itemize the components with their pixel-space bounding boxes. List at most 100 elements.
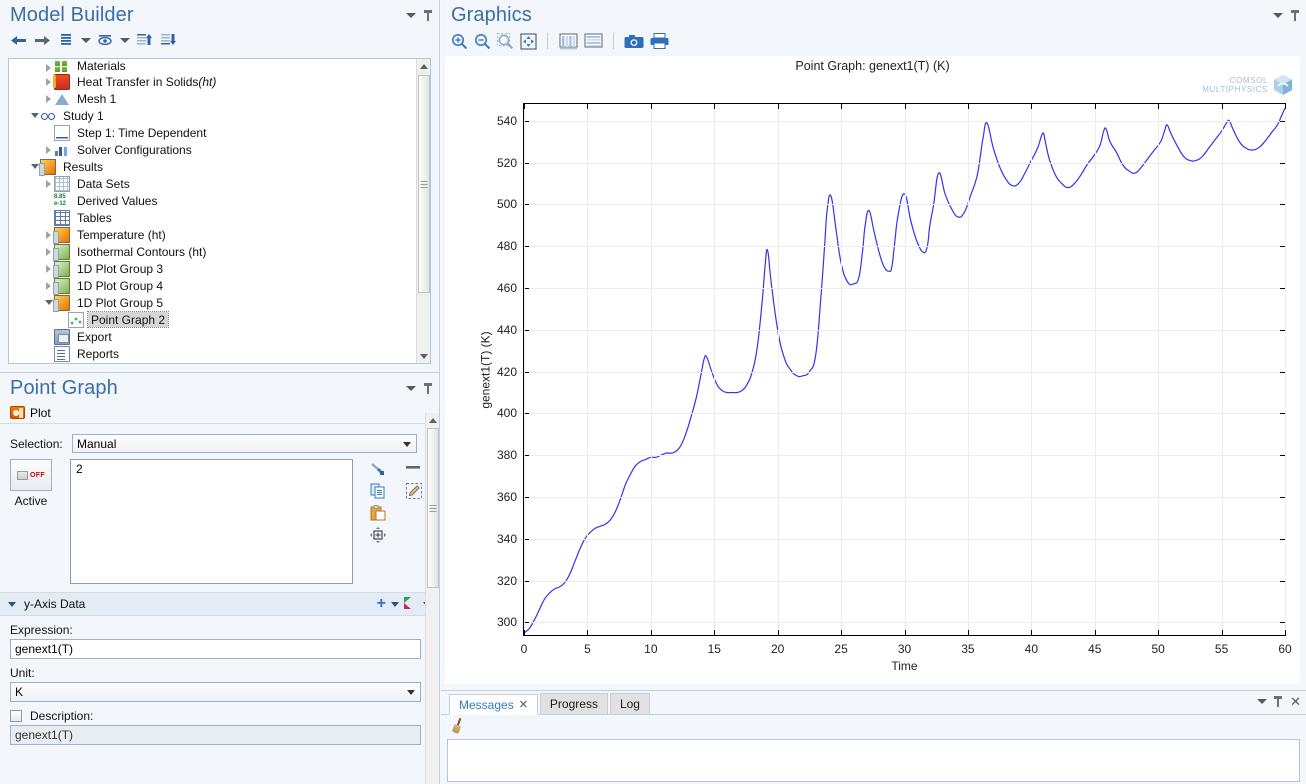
- tree-item-mesh-1[interactable]: Mesh 1: [9, 90, 416, 107]
- tree-item-export[interactable]: Export: [9, 328, 416, 345]
- panel-menu-chevron-down-icon[interactable]: [406, 13, 416, 18]
- tree-item-point-graph-2[interactable]: Point Graph 2: [9, 311, 416, 328]
- tree-item-label: Export: [74, 329, 115, 344]
- zoom-box-icon[interactable]: [495, 32, 515, 50]
- show-hide-eye-icon[interactable]: [95, 31, 115, 49]
- move-down-icon[interactable]: [158, 31, 178, 49]
- settings-scrollbar-thumb[interactable]: [427, 428, 439, 588]
- settings-menu-chevron-down-icon[interactable]: [406, 386, 416, 391]
- back-arrow-icon[interactable]: [8, 31, 28, 49]
- zoom-in-icon[interactable]: [449, 32, 469, 50]
- tree-arrow-spacer: [43, 195, 54, 206]
- x-tick: [714, 104, 716, 109]
- plot-rows-icon[interactable]: [582, 32, 604, 50]
- messages-menu-chevron-down-icon[interactable]: [1257, 699, 1268, 704]
- tree-expand-arrow-icon[interactable]: [43, 62, 54, 73]
- scroll-up-arrow-icon[interactable]: [417, 59, 430, 73]
- messages-text-area[interactable]: [447, 739, 1300, 782]
- show-hide-chevron-down-icon[interactable]: [119, 31, 130, 49]
- move-up-icon[interactable]: [134, 31, 154, 49]
- description-field-wrap: genext1(T): [10, 725, 421, 745]
- section-collapse-chevron-icon[interactable]: [8, 601, 16, 607]
- tab-close-icon[interactable]: ✕: [519, 698, 528, 711]
- settings-scroll-up-arrow-icon[interactable]: [426, 413, 440, 427]
- remove-icon[interactable]: [406, 464, 424, 480]
- x-tick: [1094, 630, 1096, 635]
- zoom-selected-icon[interactable]: [370, 527, 388, 543]
- settings-pin-icon[interactable]: [424, 383, 433, 394]
- tree-item-isothermal-contours-ht[interactable]: Isothermal Contours (ht): [9, 243, 416, 261]
- camera-icon[interactable]: [623, 32, 645, 50]
- forward-arrow-icon[interactable]: [32, 31, 52, 49]
- tab-messages[interactable]: Messages ✕: [449, 694, 538, 715]
- tree-item-solver-configurations[interactable]: Solver Configurations: [9, 141, 416, 158]
- model-tree[interactable]: Materials Heat Transfer in Solids (ht) Mes…: [9, 59, 416, 363]
- add-expression-chevron-down-icon[interactable]: [391, 601, 399, 607]
- graphics-canvas[interactable]: Point Graph: genext1(T) (K) Comsol Multi…: [445, 56, 1300, 684]
- x-gridline: [1221, 104, 1223, 635]
- tree-item-label: Derived Values: [74, 193, 160, 208]
- print-icon[interactable]: [648, 32, 670, 50]
- tree-item-data-sets[interactable]: Data Sets: [9, 175, 416, 192]
- graphics-menu-chevron-down-icon[interactable]: [1273, 13, 1283, 18]
- tree-item-1d-plot-group-4[interactable]: 1D Plot Group 4: [9, 277, 416, 295]
- messages-close-icon[interactable]: ✕: [1290, 695, 1301, 708]
- tree-item-1d-plot-group-3[interactable]: 1D Plot Group 3: [9, 260, 416, 278]
- tree-item-text: Data Sets: [77, 176, 130, 191]
- plot-area[interactable]: Time 300 320 340 360 380 400 420 440 460 480 500 52…: [497, 103, 1292, 673]
- tree-item-label: Heat Transfer in Solids (ht): [74, 74, 219, 89]
- tree-arrow-spacer: [57, 314, 68, 325]
- settings-scrollbar[interactable]: [425, 413, 439, 784]
- scrollbar-thumb[interactable]: [418, 75, 430, 293]
- derived-icon: 8.85 e-12: [54, 193, 67, 207]
- model-builder-title: Model Builder: [10, 4, 134, 26]
- clear-selection-icon[interactable]: [406, 483, 424, 499]
- paste-link-icon[interactable]: [370, 461, 388, 477]
- copy-icon[interactable]: [370, 483, 388, 499]
- collapse-all-icon[interactable]: [56, 31, 76, 49]
- tree-item-study-1[interactable]: Study 1: [9, 107, 416, 124]
- active-toggle-button[interactable]: OFF: [10, 459, 52, 491]
- description-checkbox[interactable]: [10, 710, 22, 722]
- zoom-out-icon[interactable]: [472, 32, 492, 50]
- tab-log[interactable]: Log: [609, 693, 650, 714]
- plot-columns-icon[interactable]: [557, 32, 579, 50]
- tree-item-reports[interactable]: Reports: [9, 345, 416, 362]
- selection-label: Selection:: [10, 436, 63, 451]
- messages-pin-icon[interactable]: [1274, 696, 1283, 707]
- expression-input[interactable]: genext1(T): [10, 639, 421, 659]
- y-tick-label: 480: [496, 239, 517, 254]
- description-input[interactable]: genext1(T): [10, 725, 421, 745]
- x-tick-label: 45: [1088, 642, 1102, 656]
- plot-button[interactable]: Plot: [30, 406, 51, 420]
- tree-item-temperature-ht[interactable]: Temperature (ht): [9, 226, 416, 244]
- tree-item-materials[interactable]: Materials: [9, 61, 416, 73]
- tree-item-1d-plot-group-5[interactable]: 1D Plot Group 5: [9, 294, 416, 312]
- selection-dropdown[interactable]: Manual: [72, 434, 417, 453]
- unit-dropdown[interactable]: K: [10, 682, 421, 702]
- graphics-pin-icon[interactable]: [1291, 10, 1300, 21]
- tree-expand-arrow-icon[interactable]: [43, 93, 54, 104]
- model-builder-header-buttons: [406, 10, 433, 21]
- tree-collapse-arrow-icon[interactable]: [29, 110, 40, 121]
- y-axis-data-section-header[interactable]: y-Axis Data +: [0, 592, 439, 616]
- model-tree-scrollbar[interactable]: [416, 59, 430, 363]
- tree-item-heat-transfer-in-solids[interactable]: Heat Transfer in Solids (ht): [9, 73, 416, 90]
- tree-expand-arrow-icon[interactable]: [43, 144, 54, 155]
- collapse-all-chevron-down-icon[interactable]: [80, 31, 91, 49]
- tree-expand-arrow-icon[interactable]: [43, 178, 54, 189]
- tree-item-tables[interactable]: Tables: [9, 209, 416, 226]
- paste-icon[interactable]: [370, 505, 388, 521]
- zoom-extents-icon[interactable]: [518, 32, 538, 50]
- panel-pin-icon[interactable]: [424, 10, 433, 21]
- tree-item-derived-values[interactable]: 8.85 e-12 Derived Values: [9, 192, 416, 209]
- tree-item-results[interactable]: Results: [9, 158, 416, 176]
- scroll-down-arrow-icon[interactable]: [417, 349, 430, 363]
- clear-messages-icon[interactable]: [451, 718, 465, 734]
- selection-list[interactable]: 2: [70, 459, 353, 584]
- tab-progress[interactable]: Progress: [539, 693, 608, 714]
- x-tick-label: 25: [834, 642, 848, 656]
- add-expression-button[interactable]: +: [377, 596, 386, 612]
- tree-item-step-1-time-dependent[interactable]: Step 1: Time Dependent: [9, 124, 416, 141]
- replace-expression-icon[interactable]: [404, 597, 418, 611]
